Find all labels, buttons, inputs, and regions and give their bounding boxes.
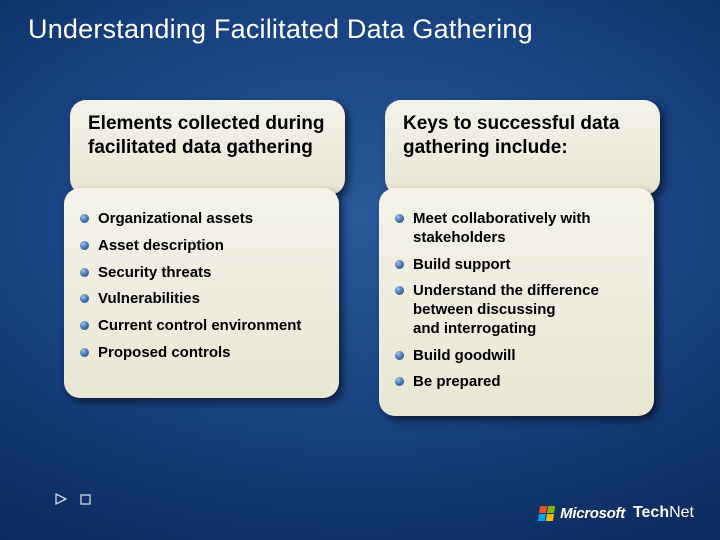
list-item: Organizational assets [78,210,323,229]
nav-controls [54,492,92,506]
right-bullet-list: Meet collaboratively with stakeholders B… [393,210,638,392]
list-item: Build goodwill [393,347,638,366]
left-bullet-list: Organizational assets Asset description … [78,210,323,363]
right-column: Keys to successful data gathering includ… [385,100,660,195]
microsoft-wordmark: Microsoft [560,505,625,522]
left-column: Elements collected during facilitated da… [70,100,345,195]
right-heading-panel: Keys to successful data gathering includ… [385,100,660,195]
list-item: Build support [393,256,638,275]
stop-icon [80,494,91,505]
right-list-panel: Meet collaboratively with stakeholders B… [379,188,654,416]
list-item: Asset description [78,237,323,256]
list-item: Be prepared [393,373,638,392]
list-item: Meet collaboratively with stakeholders [393,210,638,248]
left-heading: Elements collected during facilitated da… [88,112,327,160]
play-button[interactable] [54,492,68,506]
right-heading: Keys to successful data gathering includ… [403,112,642,160]
list-item: Security threats [78,264,323,283]
list-item: Proposed controls [78,344,323,363]
left-heading-panel: Elements collected during facilitated da… [70,100,345,195]
slide-title: Understanding Facilitated Data Gathering [28,14,700,45]
footer-logo: Microsoft TechNet [539,504,694,522]
technet-wordmark: TechNet [633,504,694,522]
list-item: Current control environment [78,317,323,336]
list-item: Understand the difference between discus… [393,282,638,338]
play-icon [55,493,67,505]
stop-button[interactable] [78,492,92,506]
content-columns: Elements collected during facilitated da… [70,100,660,195]
left-list-panel: Organizational assets Asset description … [64,188,339,398]
microsoft-flag-icon [538,506,555,521]
list-item: Vulnerabilities [78,290,323,309]
